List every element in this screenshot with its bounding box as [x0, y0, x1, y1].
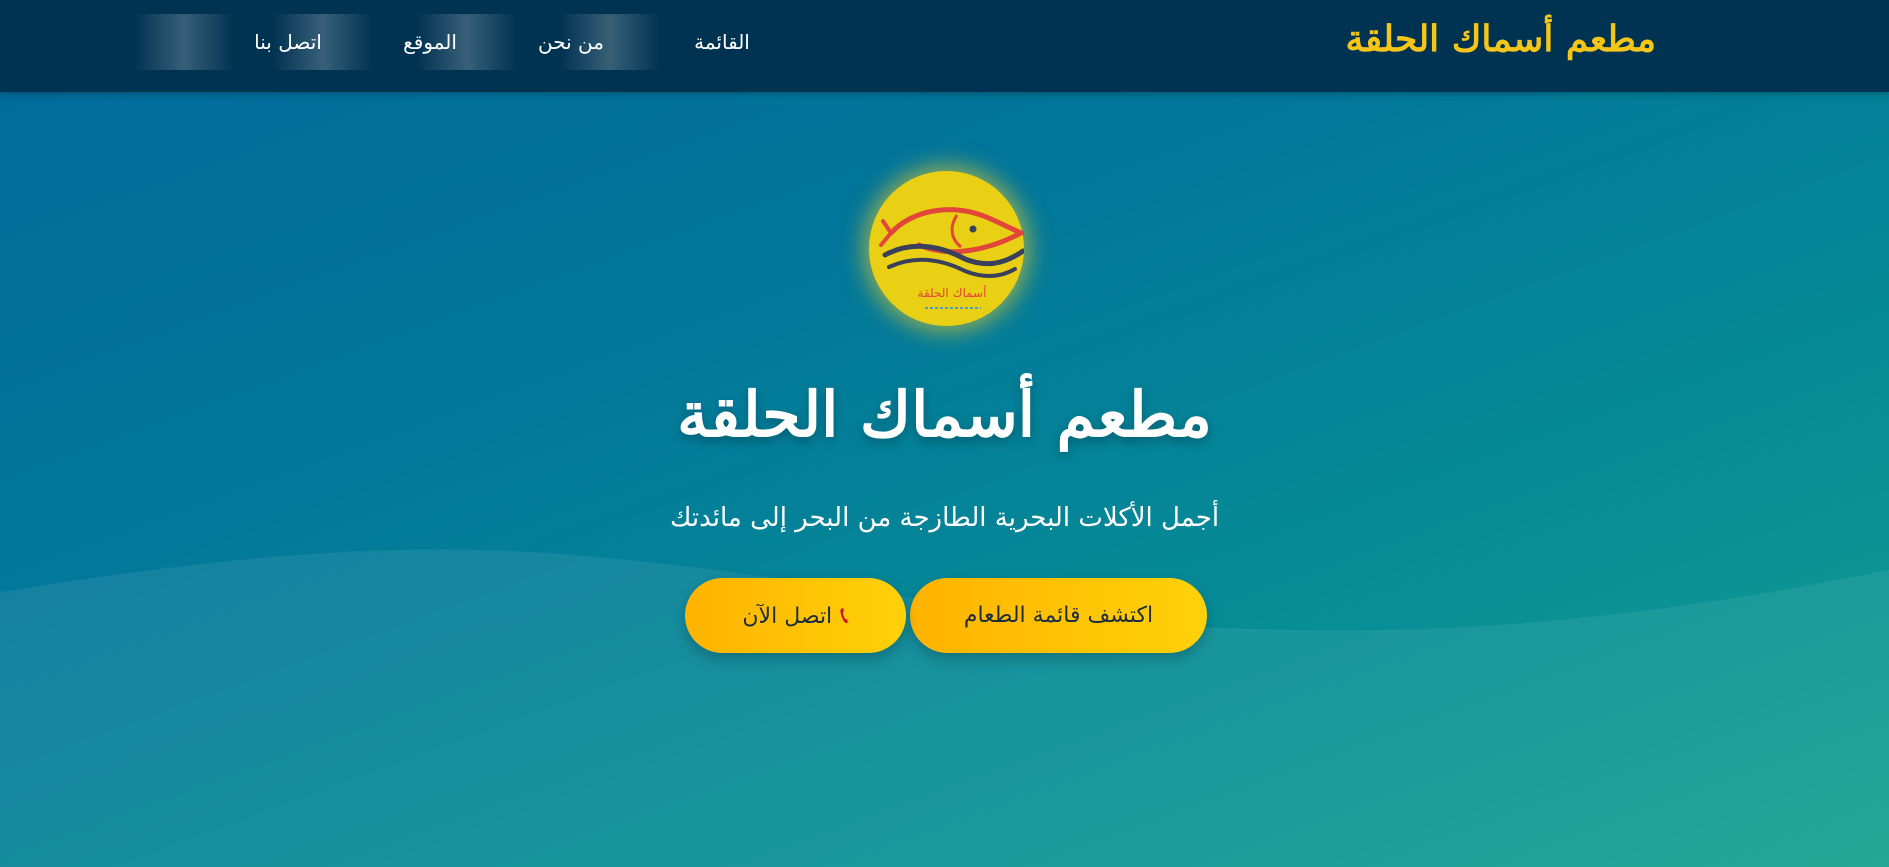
nav-link-location[interactable]: الموقع [380, 14, 480, 70]
hero-subtitle: أجمل الأكلات البحرية الطازجة من البحر إل… [669, 503, 1220, 533]
brand-logo-text[interactable]: مطعم أسماك الحلقة [1346, 14, 1656, 64]
nav-link-contact[interactable]: اتصل بنا [238, 14, 338, 70]
restaurant-logo: أسماك الحلقة [869, 171, 1024, 326]
fish-logo-icon: أسماك الحلقة [879, 207, 1024, 309]
call-now-button[interactable]: 📞︎ اتصل الآن [685, 578, 906, 653]
explore-menu-button[interactable]: اكتشف قائمة الطعام [910, 578, 1207, 653]
nav-link-about[interactable]: من نحن [521, 14, 621, 70]
phone-icon: 📞︎ [840, 601, 849, 629]
logo-text: أسماك الحلقة [918, 285, 987, 300]
call-now-button-label: اتصل الآن [742, 604, 833, 629]
hero-title: مطعم أسماك الحلقة [677, 378, 1212, 451]
nav-link-menu[interactable]: القائمة [672, 14, 772, 70]
explore-menu-button-label: اكتشف قائمة الطعام [963, 603, 1154, 628]
nav-highlight [134, 14, 234, 70]
top-navbar: مطعم أسماك الحلقة القائمة من نحن الموقع … [0, 0, 1889, 92]
